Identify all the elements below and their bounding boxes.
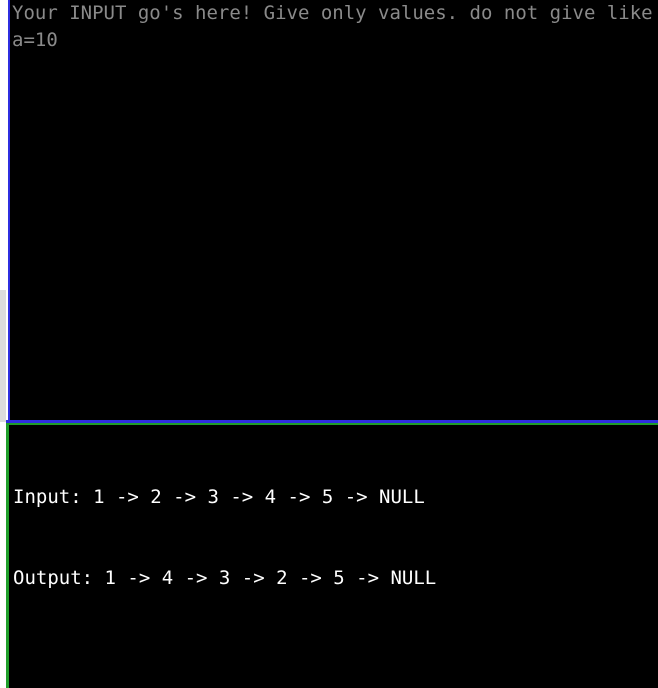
compiler-io-panel: Input: 1 -> 2 -> 3 -> 4 -> 5 -> NULL Out… [0,0,658,688]
program-input-textarea[interactable] [10,0,658,418]
output-line-input: Input: 1 -> 2 -> 3 -> 4 -> 5 -> NULL [13,486,425,508]
output-line-output: Output: 1 -> 4 -> 3 -> 2 -> 5 -> NULL [13,567,437,589]
output-lines: Input: 1 -> 2 -> 3 -> 4 -> 5 -> NULL Out… [13,430,436,646]
output-pane: Input: 1 -> 2 -> 3 -> 4 -> 5 -> NULL Out… [6,425,658,688]
input-pane [0,0,658,422]
